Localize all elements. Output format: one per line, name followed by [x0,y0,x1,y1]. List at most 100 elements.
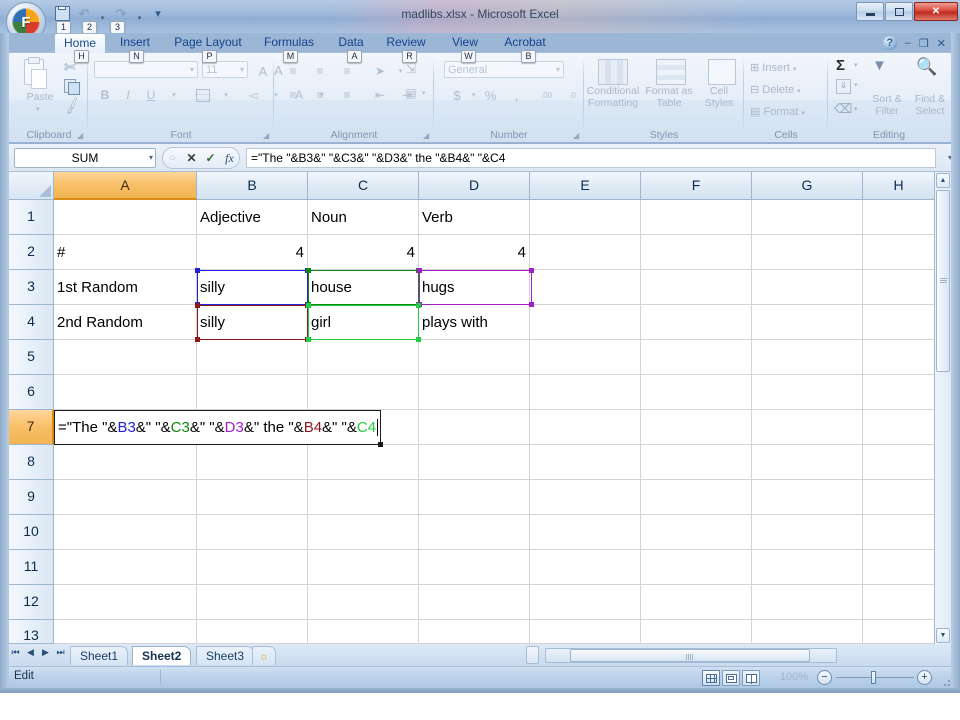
row-header-11[interactable]: 11 [9,550,54,585]
cell-C5[interactable] [308,340,419,375]
cell-C2[interactable]: 4 [308,235,419,270]
delete-cells-button[interactable]: ⊟ Delete ▾ [750,83,801,96]
comma-button[interactable]: , [506,85,528,105]
cell-D13[interactable] [419,620,530,644]
format-cells-button[interactable]: ▤ Format ▾ [750,105,805,118]
row-header-12[interactable]: 12 [9,585,54,620]
column-header-c[interactable]: C [308,172,419,200]
help-icon[interactable]: ? [882,36,897,50]
insert-function-button[interactable]: fx [220,148,239,168]
next-sheet-button[interactable]: ▶ [39,647,52,658]
column-header-a[interactable]: A [54,172,197,200]
align-bottom-button[interactable]: ≡ [336,61,358,81]
cell-F8[interactable] [641,445,752,480]
font-size-combo[interactable]: 11 [202,61,248,78]
cell-H11[interactable] [863,550,935,585]
cell-E5[interactable] [530,340,641,375]
row-header-13[interactable]: 13 [9,620,54,644]
insert-worksheet-button[interactable]: ☼ [252,646,277,665]
column-header-f[interactable]: F [641,172,752,200]
office-button[interactable] [6,2,46,33]
align-middle-button[interactable]: ≡ [309,61,331,81]
cell-B10[interactable] [197,515,308,550]
last-sheet-button[interactable]: ⏭ [54,647,67,658]
column-header-g[interactable]: G [752,172,863,200]
cell-C13[interactable] [308,620,419,644]
cell-F10[interactable] [641,515,752,550]
fill-color-button[interactable]: ◅ [242,85,264,105]
normal-view-button[interactable] [702,670,720,686]
row-header-8[interactable]: 8 [9,445,54,480]
scroll-down-button[interactable]: ▼ [936,628,950,643]
cell-D2[interactable]: 4 [419,235,530,270]
horizontal-scroll-thumb[interactable] [570,649,810,662]
cell-D12[interactable] [419,585,530,620]
font-dialog-launcher[interactable]: ◢ [263,131,272,140]
cell-G6[interactable] [752,375,863,410]
page-layout-view-button[interactable] [722,670,740,686]
cell-D4[interactable]: plays with [419,305,530,340]
cell-D5[interactable] [419,340,530,375]
decrease-indent-button[interactable]: ⇤ [369,85,391,105]
cancel-button[interactable]: ✕ [182,148,201,168]
merge-dropdown-icon[interactable]: ▾ [422,89,426,97]
cell-F9[interactable] [641,480,752,515]
cell-F12[interactable] [641,585,752,620]
cell-C3[interactable]: house [308,270,419,305]
cell-styles-button[interactable]: Cell Styles [696,85,742,109]
orientation-button[interactable]: ➤ [369,61,391,81]
align-left-button[interactable]: ≡ [282,85,304,105]
name-box[interactable]: SUM ▾ [14,148,156,168]
cell-G8[interactable] [752,445,863,480]
grow-font-button[interactable]: A [252,61,274,81]
cell-H2[interactable] [863,235,935,270]
cell-G3[interactable] [752,270,863,305]
row-header-7[interactable]: 7 [9,410,54,445]
insert-cells-button[interactable]: ⊞ Insert ▾ [750,61,796,74]
cell-H13[interactable] [863,620,935,644]
borders-button[interactable] [192,85,214,105]
cell-C4[interactable]: girl [308,305,419,340]
sheet-tab-sheet2[interactable]: Sheet2 [132,646,192,665]
row-header-9[interactable]: 9 [9,480,54,515]
italic-button[interactable]: I [117,85,139,105]
clipboard-dialog-launcher[interactable]: ◢ [77,131,86,140]
cell-A11[interactable] [54,550,197,585]
cell-C11[interactable] [308,550,419,585]
cell-A3[interactable]: 1st Random [54,270,197,305]
align-center-button[interactable]: ≡ [309,85,331,105]
cell-E2[interactable] [530,235,641,270]
cell-D1[interactable]: Verb [419,200,530,235]
horizontal-scrollbar[interactable] [545,648,837,663]
cell-D10[interactable] [419,515,530,550]
sort-filter-button[interactable]: Sort & Filter [866,93,908,117]
cell-A5[interactable] [54,340,197,375]
cell-B3[interactable]: silly [197,270,308,305]
copy-icon[interactable] [64,79,80,95]
tab-split-handle[interactable] [526,646,539,664]
qat-redo-dropdown[interactable]: ▾ [133,4,146,22]
page-break-preview-button[interactable] [742,670,760,686]
cell-F2[interactable] [641,235,752,270]
enter-button[interactable]: ✓ [201,148,220,168]
cell-G11[interactable] [752,550,863,585]
align-top-button[interactable]: ≡ [282,61,304,81]
cell-A4[interactable]: 2nd Random [54,305,197,340]
scroll-up-button[interactable]: ▲ [936,173,950,188]
cell-E7[interactable] [530,410,641,445]
cell-B11[interactable] [197,550,308,585]
name-box-dropdown-icon[interactable]: ▾ [149,149,153,167]
borders-dropdown-icon[interactable]: ▾ [215,85,237,105]
cell-A1[interactable] [54,200,197,235]
cell-F7[interactable] [641,410,752,445]
qat-undo-dropdown[interactable]: ▾ [96,4,109,22]
percent-button[interactable]: % [480,85,502,105]
cell-E4[interactable] [530,305,641,340]
format-as-table-button[interactable]: Format as Table [642,85,696,109]
number-dialog-launcher[interactable]: ◢ [573,131,582,140]
currency-dropdown-icon[interactable]: ▾ [472,91,476,99]
cell-B8[interactable] [197,445,308,480]
row-header-1[interactable]: 1 [9,200,54,235]
cell-G1[interactable] [752,200,863,235]
cell-D8[interactable] [419,445,530,480]
